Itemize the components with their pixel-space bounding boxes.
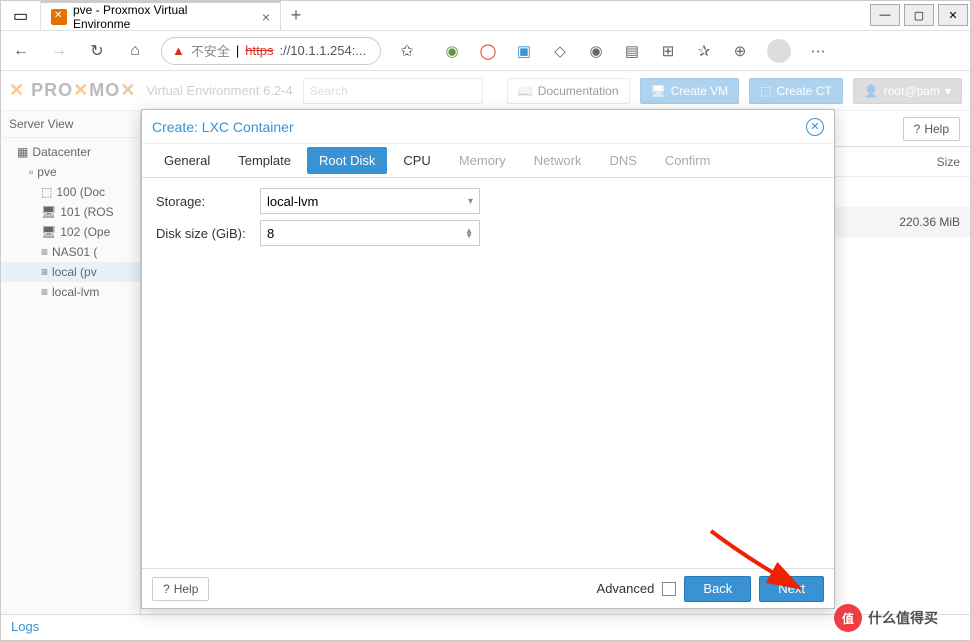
- favorite-button[interactable]: ✩: [395, 39, 419, 63]
- new-tab-button[interactable]: +: [281, 1, 311, 30]
- watermark-text: 什么值得买: [868, 608, 938, 628]
- tree-datacenter[interactable]: ▦Datacenter: [1, 142, 140, 162]
- dialog-help-button[interactable]: ?Help: [152, 577, 209, 601]
- extensions-button[interactable]: ⊞: [659, 42, 677, 60]
- tabs-icon: ▭: [13, 6, 28, 26]
- tree-node-pve[interactable]: ▫pve: [1, 162, 140, 182]
- browser-tab-active[interactable]: pve - Proxmox Virtual Environme ×: [41, 1, 281, 30]
- dialog-body: Storage: local-lvm ▾ Disk size (GiB): 8 …: [142, 178, 834, 568]
- advanced-checkbox[interactable]: [662, 582, 676, 596]
- url-text: ://10.1.1.254:...: [279, 43, 366, 58]
- cell-size: 220.36 MiB: [899, 215, 960, 229]
- watermark-badge: 值: [834, 604, 862, 632]
- disksize-input[interactable]: 8 ▲▼: [260, 220, 480, 246]
- ext-icon-2[interactable]: ◯: [479, 42, 497, 60]
- storage-select[interactable]: local-lvm ▾: [260, 188, 480, 214]
- dialog-footer: ?Help Advanced Back Next: [142, 568, 834, 608]
- dialog-titlebar: Create: LXC Container ✕: [142, 110, 834, 144]
- disksize-label: Disk size (GiB):: [156, 226, 260, 241]
- ext-icon-5[interactable]: ◉: [587, 42, 605, 60]
- address-bar: ← → ↻ ⌂ ▲ 不安全 | https://10.1.1.254:... ✩…: [1, 31, 970, 71]
- tree-storage-local[interactable]: ≡local (pv: [1, 262, 140, 282]
- insecure-label: 不安全: [191, 41, 230, 60]
- window-titlebar: ▭ pve - Proxmox Virtual Environme × + — …: [1, 1, 970, 31]
- window-maximize[interactable]: ▢: [904, 4, 934, 26]
- tab-network: Network: [522, 147, 594, 174]
- tree-ct-100[interactable]: ⬚100 (Doc: [1, 182, 140, 202]
- window-controls: — ▢ ✕: [868, 1, 970, 30]
- browser-tabs: pve - Proxmox Virtual Environme × +: [41, 1, 868, 30]
- menu-button[interactable]: ⋯: [809, 42, 827, 60]
- next-button[interactable]: Next: [759, 576, 824, 602]
- sidebar: Server View ▦Datacenter ▫pve ⬚100 (Doc 🖥…: [1, 111, 141, 640]
- tab-confirm: Confirm: [653, 147, 723, 174]
- nav-reload-button[interactable]: ↻: [85, 39, 109, 63]
- tree-vm-101[interactable]: 🖥101 (ROS: [1, 202, 140, 222]
- dialog-tabs: General Template Root Disk CPU Memory Ne…: [142, 144, 834, 178]
- favorites-button[interactable]: ✰: [695, 42, 713, 60]
- tab-general[interactable]: General: [152, 147, 222, 174]
- collections-button[interactable]: ⊕: [731, 42, 749, 60]
- back-button[interactable]: Back: [684, 576, 751, 602]
- url-protocol: https: [245, 43, 273, 58]
- window-minimize[interactable]: —: [870, 4, 900, 26]
- ext-icon-4[interactable]: ◇: [551, 42, 569, 60]
- ext-icon-3[interactable]: ▣: [515, 42, 533, 60]
- ext-icon-6[interactable]: ▤: [623, 42, 641, 60]
- toolbar-extensions: ◉ ◯ ▣ ◇ ◉ ▤ ⊞ ✰ ⊕ ⋯: [443, 39, 827, 63]
- nav-back-button[interactable]: ←: [9, 39, 33, 63]
- tab-root-disk[interactable]: Root Disk: [307, 147, 387, 174]
- tree-storage-locallvm[interactable]: ≡local-lvm: [1, 282, 140, 302]
- tab-title: pve - Proxmox Virtual Environme: [73, 3, 248, 31]
- nav-home-button[interactable]: ⌂: [123, 39, 147, 63]
- tree-vm-102[interactable]: 🖥102 (Ope: [1, 222, 140, 242]
- tab-favicon: [51, 9, 67, 25]
- advanced-label: Advanced: [597, 581, 655, 596]
- content-help-button[interactable]: ?Help: [903, 117, 960, 141]
- storage-row: Storage: local-lvm ▾: [156, 188, 820, 214]
- disksize-row: Disk size (GiB): 8 ▲▼: [156, 220, 820, 246]
- chevron-down-icon: ▾: [468, 196, 473, 207]
- watermark: 值 什么值得买: [834, 602, 964, 634]
- tab-memory: Memory: [447, 147, 518, 174]
- tabs-menu-button[interactable]: ▭: [1, 1, 41, 30]
- tree-storage-nas[interactable]: ≡NAS01 (: [1, 242, 140, 262]
- tab-close-icon[interactable]: ×: [262, 9, 270, 25]
- help-icon: ?: [163, 582, 170, 596]
- logs-panel-header[interactable]: Logs: [1, 614, 970, 640]
- tab-dns: DNS: [597, 147, 648, 174]
- nav-forward-button[interactable]: →: [47, 39, 71, 63]
- resource-tree: ▦Datacenter ▫pve ⬚100 (Doc 🖥101 (ROS 🖥10…: [1, 138, 140, 306]
- url-box[interactable]: ▲ 不安全 | https://10.1.1.254:...: [161, 37, 381, 65]
- col-size: Size: [937, 155, 960, 169]
- sidebar-title: Server View: [1, 111, 140, 138]
- tab-cpu[interactable]: CPU: [391, 147, 442, 174]
- insecure-warning-icon: ▲: [172, 43, 185, 58]
- dialog-title: Create: LXC Container: [152, 119, 294, 135]
- window-close[interactable]: ✕: [938, 4, 968, 26]
- number-spinner[interactable]: ▲▼: [465, 228, 473, 238]
- ext-icon-1[interactable]: ◉: [443, 42, 461, 60]
- tab-template[interactable]: Template: [226, 147, 303, 174]
- storage-label: Storage:: [156, 194, 260, 209]
- profile-avatar[interactable]: [767, 39, 791, 63]
- dialog-close-button[interactable]: ✕: [806, 118, 824, 136]
- help-icon: ?: [914, 122, 921, 136]
- create-lxc-dialog: Create: LXC Container ✕ General Template…: [141, 109, 835, 609]
